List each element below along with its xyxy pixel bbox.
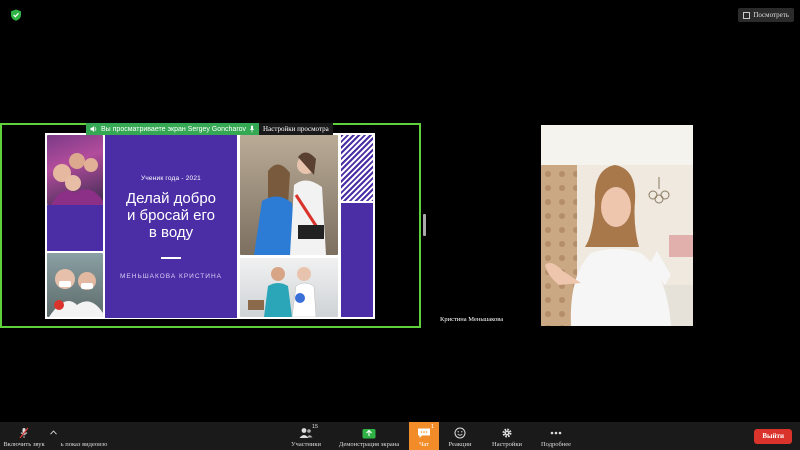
- microphone-muted-icon: [19, 427, 29, 439]
- slide-subtitle: Ученик года - 2021: [141, 175, 201, 182]
- more-label: Подробнее: [540, 441, 572, 448]
- slide-purple-block: [47, 205, 103, 251]
- start-video-button[interactable]: ь показ видеоизо: [58, 422, 110, 450]
- participant-name-label: Кристина Меньшакова: [437, 314, 507, 325]
- participants-count: 15: [312, 424, 319, 430]
- view-button[interactable]: Посмотреть: [738, 8, 794, 22]
- audio-options-chevron[interactable]: [48, 422, 58, 450]
- gear-icon: [502, 428, 512, 438]
- slide-photo-event: [240, 258, 338, 317]
- more-icon: [550, 431, 562, 435]
- presentation-slide: Ученик года - 2021 Делай добро и бросай …: [45, 133, 375, 319]
- unmute-label: Включить звук: [3, 441, 45, 448]
- start-video-label: ь показ видеоизо: [60, 441, 108, 448]
- reactions-button[interactable]: Реакции: [446, 422, 474, 450]
- participants-icon: [299, 428, 313, 438]
- share-banner: Вы просматриваете экран Sergey Goncharov…: [86, 123, 333, 135]
- viewing-notice-label: Вы просматриваете экран Sergey Goncharov: [101, 125, 247, 133]
- reactions-label: Реакции: [448, 441, 472, 448]
- slide-photo-pair: [240, 135, 338, 255]
- chevron-up-icon: [49, 429, 57, 435]
- speaker-icon: [90, 126, 97, 132]
- participants-button[interactable]: Участники: [288, 422, 324, 450]
- leave-button[interactable]: Выйти: [754, 429, 792, 444]
- share-screen-label: Демонстрация экрана: [338, 441, 400, 448]
- unmute-button[interactable]: Включить звук: [2, 422, 46, 450]
- slide-photo-group: [47, 135, 103, 205]
- slide-title-panel: Ученик года - 2021 Делай добро и бросай …: [105, 135, 237, 318]
- settings-label: Настройки: [492, 441, 522, 448]
- chat-icon: [418, 428, 430, 438]
- chat-count: 1: [431, 424, 435, 430]
- view-button-label: Посмотреть: [753, 11, 789, 19]
- microphone-icon: [249, 125, 255, 133]
- share-screen-button[interactable]: Демонстрация экрана: [338, 422, 400, 450]
- more-button[interactable]: Подробнее: [539, 422, 573, 450]
- meeting-toolbar: Включить звук ь показ видеоизо Участники…: [0, 422, 800, 450]
- participants-label: Участники: [290, 441, 322, 448]
- chat-label: Чат: [419, 441, 429, 448]
- slide-purple-block-right: [341, 203, 373, 317]
- chat-button[interactable]: Чат: [409, 422, 439, 450]
- participant-video: [541, 125, 693, 326]
- slide-divider-line: [161, 257, 181, 259]
- share-screen-icon: [362, 429, 376, 439]
- settings-button[interactable]: Настройки: [490, 422, 524, 450]
- slide-headline: Делай добро и бросай его в воду: [125, 190, 216, 241]
- split-view-divider[interactable]: [423, 214, 426, 236]
- slide-photo-masks: [47, 253, 103, 317]
- viewing-notice: Вы просматриваете экран Sergey Goncharov: [86, 123, 260, 135]
- grid-icon: [743, 11, 751, 19]
- reaction-icon: [454, 427, 466, 439]
- slide-stripes-decoration: [341, 135, 373, 201]
- shield-icon[interactable]: [10, 9, 22, 21]
- view-settings-button[interactable]: Настройки просмотра: [259, 123, 333, 135]
- slide-name: МЕНЬШАКОВА КРИСТИНА: [120, 273, 222, 280]
